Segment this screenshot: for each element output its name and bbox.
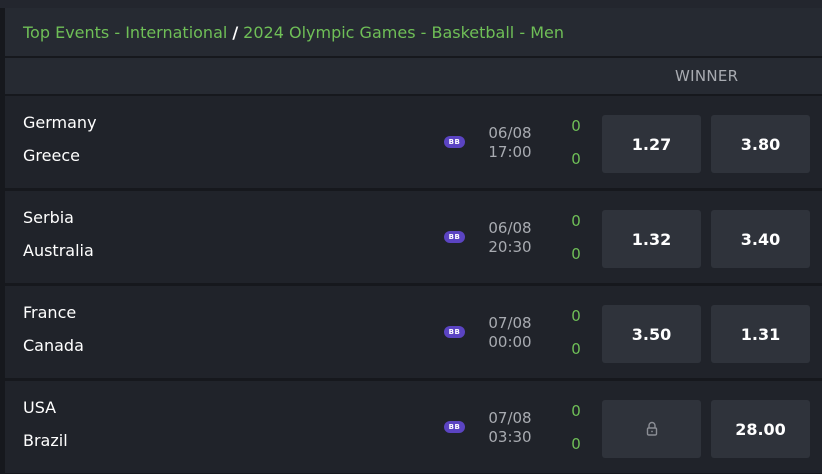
market-header: WINNER [5,58,822,94]
match-date: 07/08 [488,409,532,427]
match-date: 06/08 [488,219,532,237]
home-score: 0 [571,212,581,230]
odd-away-button[interactable]: 3.80 [711,115,810,173]
breadcrumb-link-top-events[interactable]: Top Events - International [23,23,227,42]
breadcrumb-link-olympic-basketball[interactable]: 2024 Olympic Games - Basketball - Men [243,23,564,42]
away-team: Greece [23,146,80,165]
odd-away-button[interactable]: 28.00 [711,400,810,458]
lock-icon [646,421,657,436]
away-team: Canada [23,336,84,355]
away-team: Australia [23,241,94,260]
away-score: 0 [571,435,581,453]
home-score: 0 [571,402,581,420]
odd-home-button[interactable]: 1.27 [602,115,701,173]
match-row[interactable]: USA Brazil BB 07/08 03:30 0 0 28.00 [5,381,822,473]
match-date: 06/08 [488,124,532,142]
home-team: Germany [23,113,97,132]
home-team: USA [23,398,57,417]
breadcrumb-separator: / [232,22,239,42]
match-date: 07/08 [488,314,532,332]
bb-badge: BB [444,326,465,338]
top-strip [0,0,822,8]
odd-home-button[interactable]: 3.50 [602,305,701,363]
market-title: WINNER [675,67,739,85]
match-time: 17:00 [488,143,532,161]
home-score: 0 [571,117,581,135]
odd-home-button[interactable]: 1.32 [602,210,701,268]
away-team: Brazil [23,431,68,450]
match-row[interactable]: Germany Greece BB 06/08 17:00 0 0 1.27 3… [5,96,822,188]
away-score: 0 [571,150,581,168]
match-row[interactable]: France Canada BB 07/08 00:00 0 0 3.50 1.… [5,286,822,378]
bb-badge: BB [444,231,465,243]
home-team: France [23,303,77,322]
odd-away-button[interactable]: 3.40 [711,210,810,268]
bb-badge: BB [444,421,465,433]
match-time: 00:00 [488,333,532,351]
odd-away-button[interactable]: 1.31 [711,305,810,363]
match-time: 03:30 [488,428,532,446]
home-team: Serbia [23,208,74,227]
odd-home-locked [602,400,701,458]
breadcrumb: Top Events - International / 2024 Olympi… [5,8,822,56]
match-time: 20:30 [488,238,532,256]
match-row[interactable]: Serbia Australia BB 06/08 20:30 0 0 1.32… [5,191,822,283]
bb-badge: BB [444,136,465,148]
away-score: 0 [571,340,581,358]
away-score: 0 [571,245,581,263]
home-score: 0 [571,307,581,325]
